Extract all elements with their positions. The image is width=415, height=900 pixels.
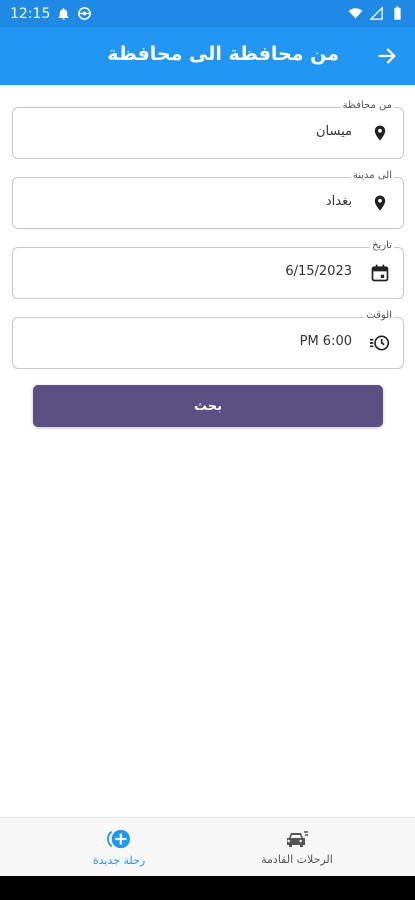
signal-icon xyxy=(369,6,383,20)
nav-new-trip-label: رحلة جديدة xyxy=(92,854,146,867)
page-title: من محافظة الى محافظة xyxy=(107,43,339,65)
battery-icon xyxy=(394,6,401,20)
nav-new-trip[interactable]: رحلة جديدة xyxy=(49,818,189,877)
from-province-label: من محافظة xyxy=(340,100,394,111)
from-province-field[interactable]: من محافظة ميسان xyxy=(12,100,404,159)
car-icon xyxy=(287,831,308,847)
wifi-icon xyxy=(348,8,363,19)
time-value: PM 6:00 xyxy=(299,334,352,349)
date-label: تاريخ xyxy=(370,240,394,251)
add-circle-icon xyxy=(107,829,130,849)
clock-icon xyxy=(369,332,391,354)
system-navigation-bar xyxy=(0,876,415,900)
bell-icon xyxy=(58,7,69,20)
from-province-value: ميسان xyxy=(316,124,352,139)
search-button[interactable]: بحث xyxy=(33,385,383,427)
nav-upcoming-trips-label: الرحلات القادمة xyxy=(261,853,333,866)
time-label: الوقت xyxy=(364,310,394,321)
time-field[interactable]: الوقت PM 6:00 xyxy=(12,310,404,369)
arrow-right-icon xyxy=(378,48,396,64)
to-city-value: بغداد xyxy=(325,194,352,209)
bottom-navigation: رحلة جديدة الرحلات القادمة xyxy=(0,817,415,876)
nav-upcoming-trips[interactable]: الرحلات القادمة xyxy=(227,818,367,877)
to-city-label: الى مدينة xyxy=(350,170,394,181)
status-bar: 12:15 xyxy=(0,0,415,27)
date-field[interactable]: تاريخ 6/15/2023 xyxy=(12,240,404,299)
to-city-field[interactable]: الى مدينة بغداد xyxy=(12,170,404,229)
date-value: 6/15/2023 xyxy=(285,264,352,279)
location-pin-icon xyxy=(369,192,391,214)
location-pin-icon xyxy=(369,122,391,144)
at-sign-icon xyxy=(78,7,92,20)
app-bar: من محافظة الى محافظة xyxy=(0,27,415,85)
calendar-icon xyxy=(369,262,391,284)
status-time: 12:15 xyxy=(10,5,51,22)
back-button[interactable] xyxy=(373,42,401,70)
